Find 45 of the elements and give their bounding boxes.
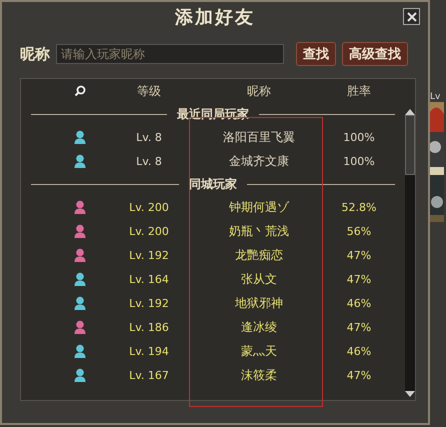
search-icon bbox=[74, 85, 86, 97]
column-header: 昵称 bbox=[246, 82, 272, 100]
level-cell-text: Lv. 200 bbox=[128, 200, 170, 214]
level-cell-text: Lv. 192 bbox=[128, 296, 170, 310]
level-cell-text: Lv. 167 bbox=[128, 368, 170, 382]
nickname-cell-text: 龙艷痴恋 bbox=[234, 246, 284, 264]
win-rate-cell-text: 47% bbox=[346, 272, 372, 286]
level-cell-text: Lv. 8 bbox=[135, 154, 163, 168]
section-title: 同城玩家 bbox=[189, 176, 237, 192]
background-label: Lv bbox=[430, 92, 442, 102]
win-rate-cell-text: 52.8% bbox=[340, 200, 378, 214]
window-title: 添加好友 bbox=[175, 6, 255, 29]
nickname-cell-text: 沫筱柔 bbox=[240, 366, 278, 384]
win-rate-cell-text: 100% bbox=[342, 154, 376, 168]
nickname-label: 昵称 bbox=[20, 44, 50, 64]
column-header: 胜率 bbox=[346, 82, 372, 100]
nickname-cell-text: 地狱邪神 bbox=[234, 294, 284, 312]
search-button[interactable]: 高级查找 bbox=[342, 42, 408, 66]
close-icon bbox=[406, 10, 418, 22]
level-cell-text: Lv. 200 bbox=[128, 224, 170, 238]
win-rate-cell-text: 47% bbox=[346, 248, 372, 262]
scroll-thumb[interactable] bbox=[405, 115, 415, 175]
level-cell-text: Lv. 192 bbox=[128, 248, 170, 262]
nickname-field[interactable]: 请输入玩家昵称 bbox=[56, 44, 284, 64]
win-rate-cell-text: 46% bbox=[346, 344, 372, 358]
column-header: 等级 bbox=[136, 82, 162, 100]
nickname-cell-text: 奶瓶丶荒浅 bbox=[228, 222, 290, 240]
nickname-cell-text: 洛阳百里飞翼 bbox=[222, 128, 296, 146]
nickname-cell-text: 金城齐文康 bbox=[228, 152, 290, 170]
level-cell-text: Lv. 164 bbox=[128, 272, 170, 286]
nickname-cell-text: 逢冰绫 bbox=[240, 318, 278, 336]
nickname-cell-text: 张从文 bbox=[240, 270, 278, 288]
win-rate-cell-text: 56% bbox=[346, 224, 372, 238]
nickname-cell-text: 蒙灬天 bbox=[240, 342, 278, 360]
win-rate-cell-text: 47% bbox=[346, 368, 372, 382]
nickname-cell-text: 钟期何遇ゾ bbox=[228, 198, 290, 216]
close-button[interactable] bbox=[403, 8, 420, 25]
win-rate-cell-text: 47% bbox=[346, 320, 372, 334]
level-cell-text: Lv. 186 bbox=[128, 320, 170, 334]
level-cell-text: Lv. 194 bbox=[128, 344, 170, 358]
win-rate-cell-text: 46% bbox=[346, 296, 372, 310]
win-rate-cell-text: 100% bbox=[342, 130, 376, 144]
search-button[interactable]: 查找 bbox=[296, 42, 336, 66]
scrollbar[interactable] bbox=[405, 109, 415, 397]
level-cell-text: Lv. 8 bbox=[135, 130, 163, 144]
